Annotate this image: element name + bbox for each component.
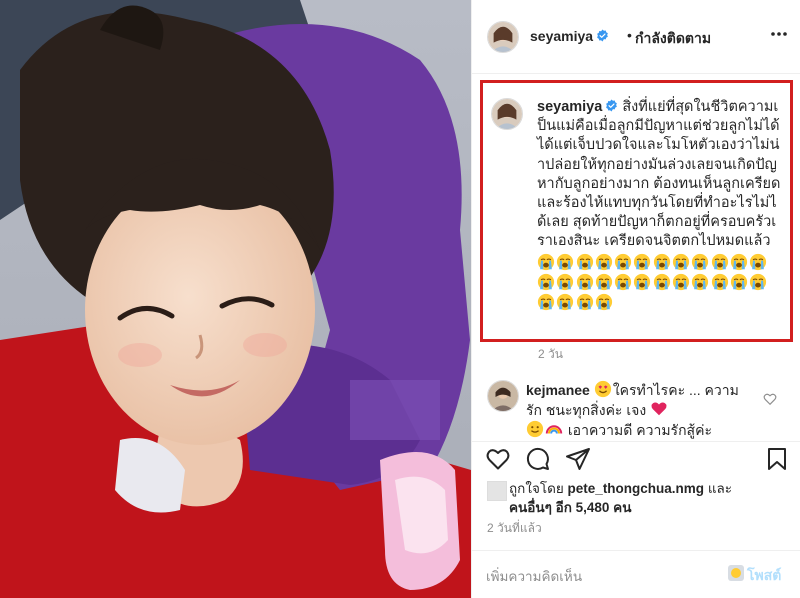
verified-badge-icon — [606, 99, 618, 112]
loudly-crying-face-emoji — [750, 253, 767, 270]
loudly-crying-face-emoji — [711, 253, 728, 270]
comment-input[interactable]: เพิ่มความคิดเห็น — [486, 565, 582, 587]
loudly-crying-face-emoji — [672, 253, 690, 270]
loudly-crying-face-emoji — [672, 273, 690, 290]
loudly-crying-face-emoji — [634, 253, 651, 270]
add-comment-bar: เพิ่มความคิดเห็น โพสต์ — [472, 550, 800, 598]
loudly-crying-face-emoji — [692, 273, 709, 290]
author-username[interactable]: seyamiya — [530, 28, 609, 44]
caption-time: 2 วัน — [538, 347, 563, 361]
heart-eyes-emoji — [594, 380, 611, 398]
loudly-crying-face-emoji — [615, 253, 632, 270]
post-header: seyamiya • กำลังติดตาม — [472, 0, 800, 74]
loudly-crying-face-emoji — [537, 273, 555, 290]
caption-highlight-box: seyamiya สิ่งที่แย่ที่สุดในชีวิตความเป็นแ… — [480, 80, 793, 342]
loudly-crying-face-emoji — [595, 293, 612, 310]
comment-body-line2: เอาความดี ความรักสู้ค่ะ — [567, 422, 712, 438]
loudly-crying-face-emoji — [750, 273, 767, 290]
post-actions-bar — [472, 441, 800, 477]
post-photo[interactable] — [0, 0, 471, 598]
loudly-crying-face-emoji — [557, 293, 574, 310]
red-heart-emoji — [651, 402, 667, 416]
caption-author-avatar[interactable] — [491, 98, 523, 130]
loudly-crying-face-emoji — [711, 273, 728, 290]
commenter-username[interactable]: kejmanee — [526, 382, 590, 398]
post-details-panel: seyamiya • กำลังติดตาม seyamiya สิ่งที่แย… — [471, 0, 800, 598]
likes-count-link[interactable]: คนอื่นๆ อีก 5,480 คน — [509, 500, 631, 515]
loudly-crying-face-emoji — [653, 273, 670, 290]
more-horizontal-icon[interactable] — [769, 24, 789, 44]
comment-like-icon[interactable] — [763, 392, 777, 406]
caption-username[interactable]: seyamiya — [537, 99, 618, 115]
comment-text: kejmanee ใครทำไรคะ ... ความรัก ชนะทุกสิ่ง… — [526, 380, 754, 440]
loudly-crying-face-emoji — [595, 253, 612, 270]
loudly-crying-face-emoji — [653, 253, 670, 270]
following-button[interactable]: กำลังติดตาม — [635, 28, 711, 50]
author-avatar[interactable] — [487, 21, 519, 53]
loudly-crying-face-emoji — [634, 273, 651, 290]
likes-and: และ — [707, 481, 733, 496]
posted-time: 2 วันที่แล้ว — [487, 521, 542, 535]
loudly-crying-face-emoji — [557, 253, 574, 270]
verified-badge-icon — [597, 29, 608, 42]
smiling-face-emoji — [526, 420, 544, 438]
loudly-crying-face-emoji — [537, 253, 555, 270]
author-username-text[interactable]: seyamiya — [530, 28, 593, 44]
loudly-crying-face-emoji — [730, 273, 748, 290]
loudly-crying-face-emoji — [730, 253, 748, 270]
likes-prefix: ถูกใจโดย — [509, 481, 564, 496]
caption-text: seyamiya สิ่งที่แย่ที่สุดในชีวิตความเป็นแ… — [537, 98, 783, 312]
loudly-crying-face-emoji — [557, 273, 574, 290]
caption-body: สิ่งที่แย่ที่สุดในชีวิตความเป็นแม่คือเมื… — [537, 99, 781, 250]
comment-item: kejmanee ใครทำไรคะ ... ความรัก ชนะทุกสิ่ง… — [472, 374, 800, 442]
heart-icon — [486, 449, 510, 470]
emoji-picker-icon[interactable] — [728, 565, 744, 581]
loudly-crying-face-emoji — [576, 253, 593, 270]
bookmark-icon — [768, 448, 786, 470]
liker-avatar[interactable] — [487, 481, 507, 501]
share-button[interactable] — [565, 446, 591, 472]
comment-icon — [526, 447, 549, 470]
loudly-crying-face-emoji — [576, 273, 593, 290]
crying-emoji-row — [537, 252, 783, 312]
liker-username[interactable]: pete_thongchua.nmg — [568, 481, 705, 496]
post-comment-button[interactable]: โพสต์ — [747, 565, 781, 587]
separator-dot: • — [627, 27, 632, 43]
comment-button[interactable] — [525, 446, 551, 472]
photo-illustration — [0, 0, 471, 598]
loudly-crying-face-emoji — [576, 293, 593, 310]
loudly-crying-face-emoji — [692, 253, 709, 270]
loudly-crying-face-emoji — [595, 273, 612, 290]
loudly-crying-face-emoji — [537, 293, 555, 310]
share-icon — [566, 448, 590, 470]
caption-username-text[interactable]: seyamiya — [537, 99, 602, 115]
save-button[interactable] — [764, 446, 790, 472]
like-button[interactable] — [485, 446, 511, 472]
loudly-crying-face-emoji — [615, 273, 632, 290]
commenter-avatar[interactable] — [487, 380, 519, 412]
rainbow-emoji — [545, 425, 563, 434]
